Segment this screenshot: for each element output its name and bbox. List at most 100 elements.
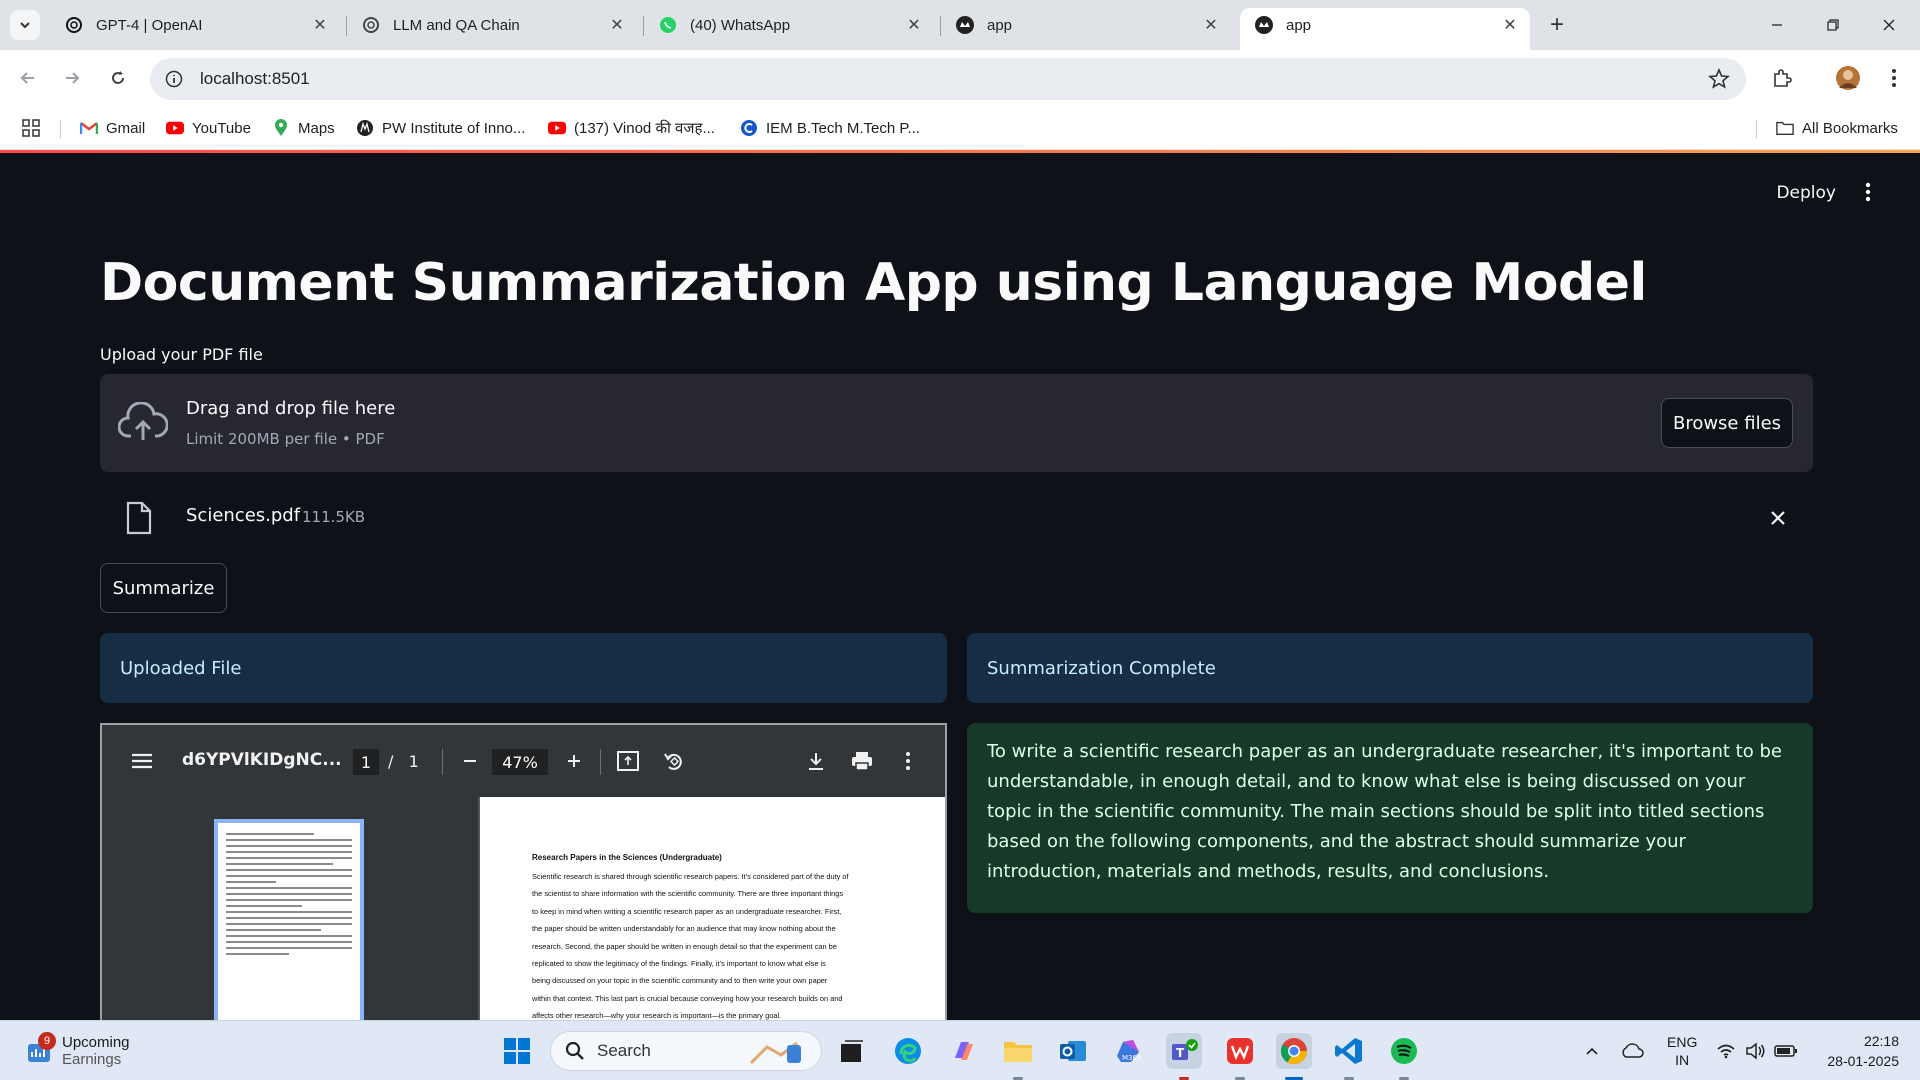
zoom-out-button[interactable] (456, 747, 484, 775)
browse-files-button[interactable]: Browse files (1661, 398, 1793, 448)
back-button[interactable] (12, 62, 44, 94)
deploy-button[interactable]: Deploy (1776, 183, 1836, 203)
dropzone-limit: Limit 200MB per file • PDF (186, 430, 385, 448)
taskbar-spotify[interactable] (1386, 1033, 1422, 1069)
tab-app-active[interactable]: app ✕ (1240, 8, 1530, 50)
summarize-button[interactable]: Summarize (100, 563, 227, 613)
close-icon[interactable]: ✕ (904, 15, 924, 35)
tab-app[interactable]: app ✕ (941, 8, 1231, 42)
widget-title: Upcoming (62, 1034, 130, 1051)
pdf-viewer[interactable]: d6YPVlKIDgNC... 1 / 1 47% Research Paper… (100, 723, 947, 1020)
url-text[interactable]: localhost:8501 (200, 69, 310, 89)
taskbar-file-explorer[interactable] (1000, 1033, 1036, 1069)
bookmark-pw-institute[interactable]: PW Institute of Inno... (356, 116, 525, 140)
minimize-button[interactable] (1752, 8, 1802, 42)
print-icon (852, 752, 872, 771)
whatsapp-icon (658, 15, 678, 35)
edge-icon (895, 1038, 921, 1064)
bookmark-maps[interactable]: Maps (272, 116, 335, 140)
clock-time: 22:18 (1863, 1033, 1899, 1049)
streamlit-icon (955, 15, 975, 35)
new-tab-button[interactable]: + (1542, 10, 1572, 40)
wifi-icon[interactable] (1714, 1039, 1738, 1063)
streamlit-app: Deploy Document Summarization App using … (0, 153, 1920, 1020)
close-icon[interactable]: ✕ (310, 15, 330, 35)
dropzone-instructions: Drag and drop file here (186, 398, 396, 419)
copilot-icon (955, 1042, 973, 1060)
puzzle-icon (1774, 69, 1792, 87)
minimize-icon (1772, 24, 1782, 26)
tab-llm-qa[interactable]: LLM and QA Chain ✕ (347, 8, 637, 42)
taskbar-wps[interactable] (1222, 1033, 1258, 1069)
uploaded-file-size: 111.5KB (302, 508, 366, 526)
app-menu-button[interactable] (1856, 179, 1880, 205)
chevron-down-icon (20, 22, 30, 29)
close-icon[interactable]: ✕ (1500, 15, 1520, 35)
forward-button[interactable] (56, 62, 88, 94)
taskbar-search[interactable]: Search (550, 1031, 822, 1071)
taskbar-outlook[interactable] (1055, 1033, 1091, 1069)
stocks-icon: 9 (26, 1032, 56, 1064)
weather-widget[interactable]: 9 Upcoming Earnings (26, 1031, 130, 1071)
site-info-icon[interactable] (164, 69, 184, 89)
rotate-button[interactable] (660, 747, 688, 775)
cloud-upload-icon (118, 402, 168, 440)
uploaded-file-info: Uploaded File (100, 633, 947, 703)
taskbar-m365[interactable]: M365 (1110, 1033, 1146, 1069)
bookmark-vinod[interactable]: (137) Vinod की वजह... (548, 116, 715, 140)
chrome-icon (1280, 1038, 1308, 1065)
taskbar-chrome[interactable] (1276, 1033, 1312, 1069)
tab-search-button[interactable] (10, 10, 40, 40)
taskbar-vscode[interactable] (1331, 1033, 1367, 1069)
taskbar-edge[interactable] (890, 1033, 926, 1069)
bookmark-iem[interactable]: IEM B.Tech M.Tech P... (740, 116, 920, 140)
system-clock[interactable]: 22:18 28-01-2025 (1817, 1031, 1899, 1071)
taskbar-teams[interactable]: T (1166, 1033, 1202, 1069)
task-view-button[interactable] (834, 1033, 870, 1069)
onedrive-icon[interactable] (1620, 1039, 1644, 1063)
taskbar-copilot[interactable] (946, 1033, 982, 1069)
download-button[interactable] (802, 747, 830, 775)
restore-button[interactable] (1808, 8, 1858, 42)
pdf-page-thumbnail[interactable] (214, 819, 364, 1020)
file-dropzone[interactable]: Drag and drop file here Limit 200MB per … (100, 374, 1813, 472)
bookmark-youtube[interactable]: YouTube (166, 116, 251, 140)
close-icon[interactable]: ✕ (607, 15, 627, 35)
pdf-sidebar-toggle[interactable] (128, 747, 156, 775)
volume-icon[interactable] (1744, 1039, 1768, 1063)
extensions-button[interactable] (1766, 62, 1798, 94)
tab-title: LLM and QA Chain (393, 16, 520, 34)
search-placeholder: Search (597, 1041, 651, 1060)
pdf-page: Research Papers in the Sciences (Undergr… (480, 797, 945, 1020)
bookmark-gmail[interactable]: Gmail (80, 116, 145, 140)
browser-tab-bar: GPT-4 | OpenAI ✕ LLM and QA Chain ✕ (40)… (0, 0, 1920, 50)
pdf-more-button[interactable] (894, 747, 922, 775)
search-icon (565, 1041, 584, 1060)
fit-page-button[interactable] (614, 747, 642, 775)
close-window-button[interactable] (1864, 8, 1914, 42)
remove-file-button[interactable] (1763, 503, 1793, 533)
reload-button[interactable] (102, 62, 134, 94)
apps-grid-icon (22, 119, 40, 137)
bookmark-label: All Bookmarks (1802, 119, 1898, 137)
profile-avatar[interactable] (1832, 62, 1864, 94)
battery-icon[interactable] (1774, 1039, 1798, 1063)
zoom-in-button[interactable] (560, 747, 588, 775)
pdf-zoom-input[interactable]: 47% (492, 749, 548, 775)
start-button[interactable] (499, 1033, 535, 1069)
more-vertical-icon (1892, 69, 1896, 87)
pdf-page-input[interactable]: 1 (353, 749, 379, 775)
close-icon[interactable]: ✕ (1201, 15, 1221, 35)
browser-menu-button[interactable] (1878, 62, 1910, 94)
tab-gpt4[interactable]: GPT-4 | OpenAI ✕ (50, 8, 340, 42)
print-button[interactable] (848, 747, 876, 775)
fit-to-page-icon (617, 751, 639, 771)
tray-overflow-button[interactable] (1580, 1039, 1604, 1063)
address-bar[interactable]: localhost:8501 (150, 58, 1746, 100)
all-bookmarks-button[interactable]: All Bookmarks (1776, 116, 1898, 140)
language-indicator[interactable]: ENG IN (1667, 1033, 1697, 1069)
apps-button[interactable] (22, 116, 40, 140)
tab-whatsapp[interactable]: (40) WhatsApp ✕ (644, 8, 934, 42)
pdf-page-line: the scientist to share information with … (532, 889, 844, 899)
bookmark-star-icon[interactable] (1708, 67, 1730, 95)
